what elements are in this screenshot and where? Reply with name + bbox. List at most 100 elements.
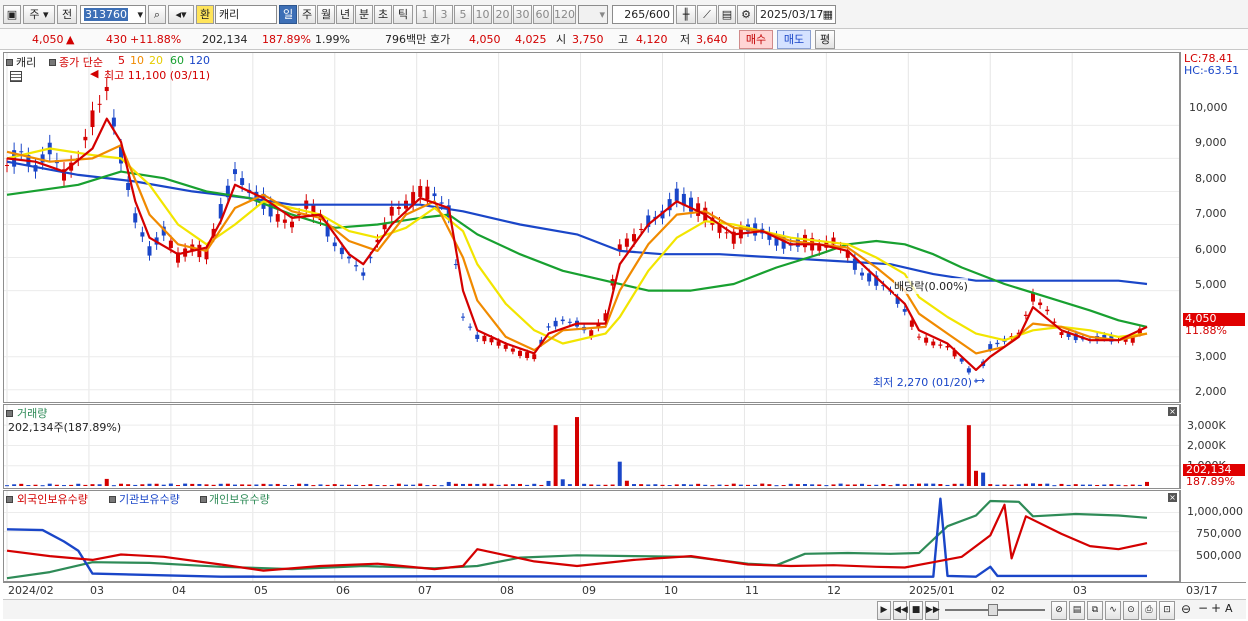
overlay-icon[interactable]: ⊙ — [1123, 601, 1139, 620]
volume-bar — [475, 483, 480, 486]
volume-bar — [1031, 483, 1035, 486]
interval-button-3[interactable]: 3 — [435, 5, 453, 24]
compare-icon[interactable]: ▤ — [1069, 601, 1085, 620]
volume-bar — [111, 485, 116, 487]
interval-label: 30 — [515, 8, 530, 21]
volume-bar — [539, 484, 544, 486]
volume-chart[interactable] — [4, 405, 1179, 488]
volume-chart-panel[interactable]: 거래량 202,134주(187.89%) × — [3, 404, 1180, 489]
scroll-first-icon[interactable]: ◀◀ — [893, 601, 908, 620]
minus-icon[interactable]: − — [1198, 601, 1208, 615]
volume-bar — [817, 484, 822, 486]
gear-icon[interactable]: ⚙ — [737, 5, 755, 24]
date-input[interactable]: 2025/03/17 ▦ — [756, 5, 836, 24]
evaluation-button[interactable]: 평 — [815, 30, 835, 49]
calendar-icon[interactable]: ▦ — [823, 6, 833, 23]
draw-tool-icon[interactable]: ⟋ — [697, 5, 717, 24]
save-icon[interactable]: ▤ — [718, 5, 736, 24]
indicator-menu-icon[interactable] — [49, 59, 56, 66]
volume-menu-icon[interactable] — [6, 410, 13, 417]
chart-type-icon[interactable]: ⊘ — [1051, 601, 1067, 620]
buy-button[interactable]: 매수 — [739, 30, 773, 49]
interval-button-1[interactable]: 1 — [416, 5, 434, 24]
volume-bar — [931, 483, 936, 486]
volume-bar — [803, 484, 807, 486]
period-button-week[interactable]: 주 — [298, 5, 316, 24]
interval-button-20[interactable]: 20 — [493, 5, 512, 24]
holding-chart[interactable] — [4, 491, 1179, 581]
volume-bar — [1073, 484, 1078, 486]
period-button-second[interactable]: 초 — [374, 5, 392, 24]
interval-button-30[interactable]: 30 — [513, 5, 532, 24]
volume-bar — [646, 484, 651, 486]
interval-button-120[interactable]: 120 — [553, 5, 576, 24]
candle-style-icon[interactable]: ╫ — [676, 5, 696, 24]
print-icon[interactable]: ⎙ — [1141, 601, 1157, 620]
volume-bar — [895, 483, 900, 486]
period-button-minute[interactable]: 분 — [355, 5, 373, 24]
volume-bar — [610, 484, 615, 486]
zoom-out-icon[interactable]: ⊖ — [1181, 602, 1191, 616]
volume-bar — [902, 484, 907, 486]
institution-menu-icon[interactable] — [109, 496, 116, 503]
individual-menu-icon[interactable] — [200, 496, 207, 503]
period-button-year[interactable]: 년 — [336, 5, 354, 24]
stock-code-input[interactable]: 313760 ▾ — [80, 5, 146, 24]
close-icon[interactable]: × — [1168, 493, 1177, 502]
layout-icon[interactable]: ▣ — [3, 5, 21, 24]
volume-bar — [1123, 485, 1128, 487]
low-marker: → — [976, 374, 986, 387]
candle-body — [546, 326, 551, 328]
price-chart-panel[interactable]: 캐리 종가 단순 5 10 20 60 120 ◀ 최고 11,100 (03/… — [3, 52, 1180, 403]
custom-interval-input[interactable]: ▾ — [578, 5, 608, 24]
price-chart[interactable] — [4, 53, 1179, 402]
indicator-icon[interactable]: ∿ — [1105, 601, 1121, 620]
ma-legend-5: 5 — [118, 54, 125, 67]
volume-bar — [1023, 483, 1028, 486]
stop-icon[interactable]: ■ — [909, 601, 923, 620]
count-input[interactable]: 265/600 — [612, 5, 674, 24]
font-size-icon[interactable]: A — [1225, 602, 1233, 615]
volume-bar — [1009, 484, 1014, 486]
ma-legend-10: 10 — [130, 54, 144, 67]
image-save-icon[interactable]: ⊡ — [1159, 601, 1175, 620]
period-button-tick[interactable]: 틱 — [393, 5, 413, 24]
period-button-month[interactable]: 월 — [317, 5, 335, 24]
sell-button[interactable]: 매도 — [777, 30, 811, 49]
exchange-badge[interactable]: 환 — [196, 5, 214, 24]
speaker-icon[interactable]: ◂▾ — [168, 5, 194, 24]
x-last-label: 03/17 — [1186, 584, 1218, 597]
candle-body — [418, 185, 423, 197]
candle-body — [97, 103, 102, 105]
search-icon[interactable]: ⌕ — [148, 5, 166, 24]
interval-label: 120 — [554, 8, 575, 21]
candle-body — [361, 272, 366, 276]
volume-bar — [104, 478, 109, 486]
interval-button-10[interactable]: 10 — [473, 5, 492, 24]
plus-icon[interactable]: + — [1211, 601, 1221, 615]
panel-menu-icon[interactable] — [6, 59, 13, 66]
interval-button-60[interactable]: 60 — [533, 5, 552, 24]
candle-body — [560, 319, 565, 322]
holding-chart-panel[interactable]: 외국인보유수량 기관보유수량 개인보유수량 × — [3, 490, 1180, 582]
volume-bar — [1045, 483, 1050, 486]
scroll-right-icon[interactable]: ▶ — [877, 601, 891, 620]
candle-body — [860, 272, 864, 276]
interval-button-5[interactable]: 5 — [454, 5, 472, 24]
candle-body — [1038, 302, 1043, 306]
close-icon[interactable]: × — [1168, 407, 1177, 416]
scroll-last-icon[interactable]: ▶▶ — [925, 601, 940, 620]
volume-bar — [689, 484, 693, 486]
holding-menu-icon[interactable] — [6, 496, 13, 503]
volume-bar — [653, 484, 658, 486]
period-button-day[interactable]: 일 — [279, 5, 297, 24]
volume-bar — [589, 484, 594, 486]
table-view-icon[interactable] — [10, 71, 22, 82]
market-type-select[interactable]: 전 — [57, 5, 77, 24]
period-type-select[interactable]: 주 ▾ — [23, 5, 55, 24]
stock-name-field[interactable]: 캐리 — [215, 5, 277, 24]
zoom-slider-handle[interactable] — [988, 604, 998, 616]
volume-bar — [966, 425, 971, 486]
candle-body — [924, 337, 929, 343]
copy-icon[interactable]: ⧉ — [1087, 601, 1103, 620]
